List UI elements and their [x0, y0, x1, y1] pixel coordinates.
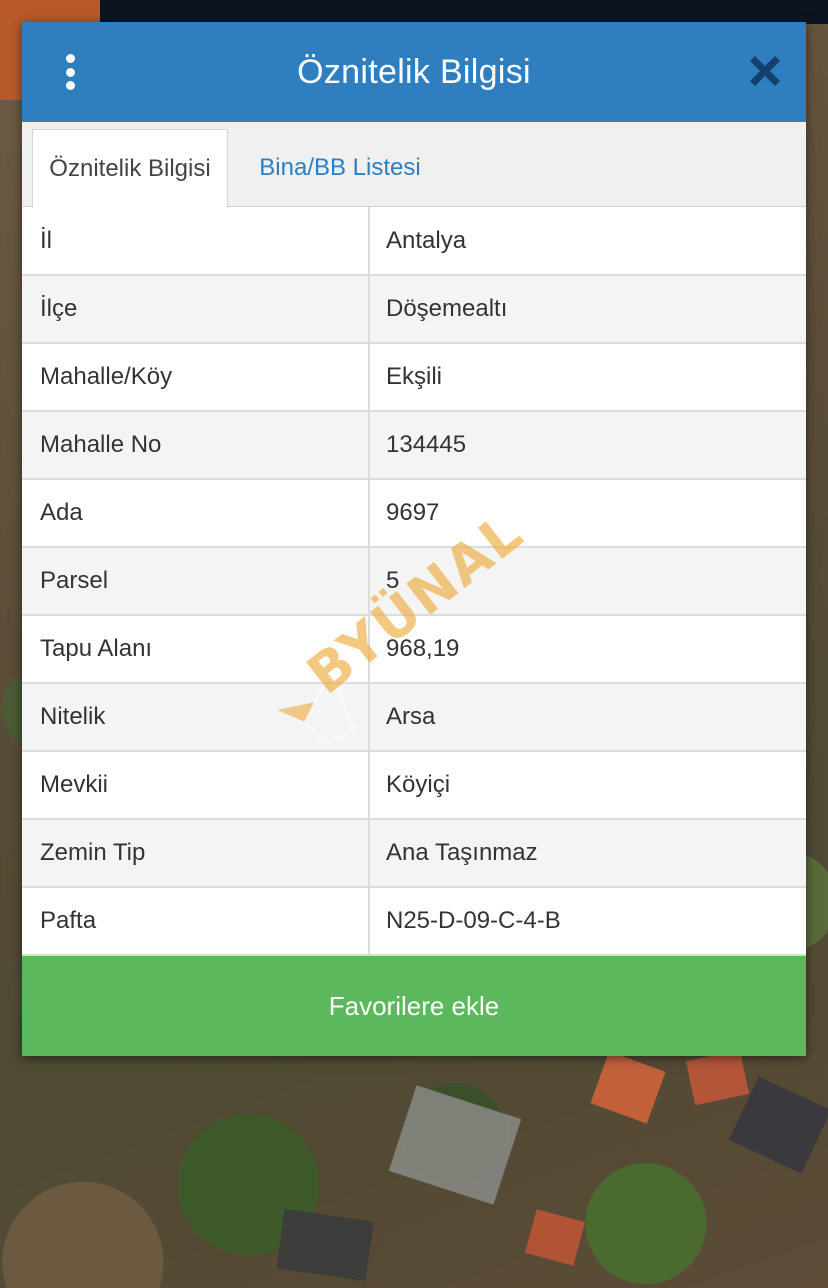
attribute-value: 968,19: [369, 615, 806, 684]
attribute-key: Nitelik: [22, 683, 370, 752]
dialog-header: Öznitelik Bilgisi: [22, 22, 806, 122]
close-icon[interactable]: [750, 56, 780, 86]
attribute-value: Antalya: [369, 207, 806, 276]
table-row: Tapu Alanı 968,19: [22, 615, 806, 684]
attribute-key: İlçe: [22, 275, 370, 344]
table-row: İlçe Döşemealtı: [22, 275, 806, 344]
table-row: Mahalle No 134445: [22, 411, 806, 480]
map-greenhouse: [388, 1085, 522, 1205]
attribute-value: N25-D-09-C-4-B: [369, 887, 806, 956]
tab-bar: Öznitelik Bilgisi Bina/BB Listesi: [22, 122, 806, 208]
table-row: Ada 9697: [22, 479, 806, 548]
kebab-menu-icon[interactable]: [62, 54, 78, 90]
attribute-key: Zemin Tip: [22, 819, 370, 888]
attribute-value: Döşemealtı: [369, 275, 806, 344]
map-top-bar: [100, 0, 828, 24]
dialog-title: Öznitelik Bilgisi: [297, 52, 531, 91]
attribute-value: Arsa: [369, 683, 806, 752]
table-row: Zemin Tip Ana Taşınmaz: [22, 819, 806, 888]
map-building: [525, 1209, 585, 1266]
table-row: Pafta N25-D-09-C-4-B: [22, 887, 806, 956]
map-greenhouse: [276, 1209, 374, 1281]
attribute-key: Parsel: [22, 547, 370, 616]
attribute-info-dialog: Öznitelik Bilgisi Öznitelik Bilgisi Bina…: [22, 22, 806, 1056]
map-building: [590, 1051, 666, 1124]
attribute-key: Mevkii: [22, 751, 370, 820]
attribute-key: Tapu Alanı: [22, 615, 370, 684]
attribute-key: Ada: [22, 479, 370, 548]
table-row: İl Antalya: [22, 207, 806, 276]
table-row: Mevkii Köyiçi: [22, 751, 806, 820]
attribute-key: İl: [22, 207, 370, 276]
attribute-value: Ekşili: [369, 343, 806, 412]
table-row: Nitelik Arsa: [22, 683, 806, 752]
attribute-value: Köyiçi: [369, 751, 806, 820]
attribute-key: Pafta: [22, 887, 370, 956]
map-building: [685, 1049, 750, 1106]
attribute-key: Mahalle/Köy: [22, 343, 370, 412]
tab-building-list[interactable]: Bina/BB Listesi: [250, 129, 430, 207]
attribute-value: 5: [369, 547, 806, 616]
attribute-table: İl Antalya İlçe Döşemealtı Mahalle/Köy E…: [22, 207, 806, 956]
table-row: Mahalle/Köy Ekşili: [22, 343, 806, 412]
add-to-favorites-button[interactable]: Favorilere ekle: [22, 956, 806, 1056]
attribute-value: 134445: [369, 411, 806, 480]
attribute-value: 9697: [369, 479, 806, 548]
attribute-value: Ana Taşınmaz: [369, 819, 806, 888]
attribute-key: Mahalle No: [22, 411, 370, 480]
tab-attribute-info[interactable]: Öznitelik Bilgisi: [32, 129, 228, 208]
table-row: Parsel 5: [22, 547, 806, 616]
